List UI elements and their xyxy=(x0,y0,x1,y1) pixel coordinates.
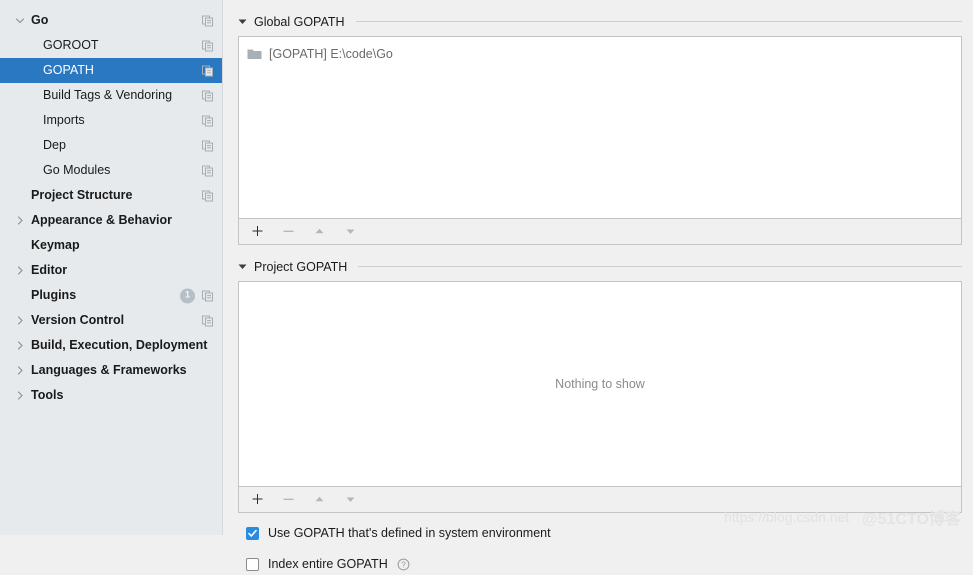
settings-category-tree[interactable]: Go GOROOT GOPATH Build Tags & Vendoring Impo… xyxy=(0,0,223,535)
empty-state-message: Nothing to show xyxy=(555,377,645,391)
sidebar-item-languages-frameworks[interactable]: Languages & Frameworks xyxy=(0,358,222,383)
sidebar-item-goroot[interactable]: GOROOT xyxy=(0,33,222,58)
folder-icon xyxy=(247,48,262,60)
sidebar-item-label: Plugins xyxy=(31,288,77,303)
sidebar-item-label: Version Control xyxy=(31,313,125,328)
settings-sync-copy-icon[interactable] xyxy=(201,64,214,77)
index-entire-gopath-label: Index entire GOPATH xyxy=(268,557,388,571)
sidebar-item-dep[interactable]: Dep xyxy=(0,133,222,158)
chevron-down-icon[interactable] xyxy=(14,15,25,26)
sidebar-item-indicators xyxy=(201,64,214,77)
use-system-gopath-checkbox[interactable] xyxy=(246,526,259,540)
sidebar-item-label: Tools xyxy=(31,388,64,403)
sidebar-item-version-control[interactable]: Version Control xyxy=(0,308,222,333)
settings-sync-copy-icon[interactable] xyxy=(201,39,214,52)
gopath-entry-text: [GOPATH] E:\code\Go xyxy=(269,46,393,61)
use-system-gopath-row[interactable]: Use GOPATH that's defined in system envi… xyxy=(238,522,962,544)
sidebar-item-build-tags-vendoring[interactable]: Build Tags & Vendoring xyxy=(0,83,222,108)
list-item[interactable]: [GOPATH] E:\code\Go xyxy=(239,43,961,64)
help-icon[interactable]: ? xyxy=(397,558,410,571)
chevron-right-icon[interactable] xyxy=(14,265,25,276)
move-up-button[interactable] xyxy=(309,222,329,242)
settings-sync-copy-icon[interactable] xyxy=(201,289,214,302)
project-gopath-title: Project GOPATH xyxy=(254,259,348,274)
project-gopath-toolbar[interactable] xyxy=(238,487,962,513)
sidebar-item-label: Keymap xyxy=(31,238,80,253)
remove-gopath-button[interactable] xyxy=(278,222,298,242)
sidebar-item-indicators xyxy=(201,14,214,27)
index-entire-gopath-row[interactable]: Index entire GOPATH ? xyxy=(238,553,962,575)
project-gopath-list[interactable]: Nothing to show xyxy=(238,281,962,487)
add-gopath-button[interactable] xyxy=(247,222,267,242)
project-gopath-section-header[interactable]: Project GOPATH xyxy=(238,256,962,277)
sidebar-item-build-execution-deployment[interactable]: Build, Execution, Deployment xyxy=(0,333,222,358)
global-gopath-section-header[interactable]: Global GOPATH xyxy=(238,11,962,32)
sidebar-item-indicators xyxy=(201,164,214,177)
svg-text:?: ? xyxy=(401,560,406,569)
settings-sync-copy-icon[interactable] xyxy=(201,164,214,177)
sidebar-item-label: Go Modules xyxy=(43,163,111,178)
remove-project-gopath-button[interactable] xyxy=(278,490,298,510)
sidebar-item-editor[interactable]: Editor xyxy=(0,258,222,283)
settings-sync-copy-icon[interactable] xyxy=(201,139,214,152)
move-down-button[interactable] xyxy=(340,490,360,510)
sidebar-item-label: Dep xyxy=(43,138,66,153)
sidebar-item-label: Build, Execution, Deployment xyxy=(31,338,208,353)
chevron-right-icon[interactable] xyxy=(14,365,25,376)
sidebar-item-label: Appearance & Behavior xyxy=(31,213,173,228)
global-gopath-toolbar[interactable] xyxy=(238,219,962,245)
sidebar-item-indicators: 1 xyxy=(180,288,214,303)
sidebar-item-project-structure[interactable]: Project Structure xyxy=(0,183,222,208)
chevron-right-icon[interactable] xyxy=(14,340,25,351)
sidebar-item-indicators xyxy=(201,39,214,52)
sidebar-item-label: Editor xyxy=(31,263,68,278)
sidebar-item-indicators xyxy=(201,189,214,202)
index-entire-gopath-checkbox[interactable] xyxy=(246,557,259,571)
settings-sync-copy-icon[interactable] xyxy=(201,114,214,127)
sidebar-item-tools[interactable]: Tools xyxy=(0,383,222,408)
chevron-right-icon[interactable] xyxy=(14,315,25,326)
sidebar-item-label: GOROOT xyxy=(43,38,99,53)
sidebar-item-label: Go xyxy=(31,13,49,28)
move-down-button[interactable] xyxy=(340,222,360,242)
sidebar-item-label: GOPATH xyxy=(43,63,94,78)
settings-dialog: Go GOROOT GOPATH Build Tags & Vendoring Impo… xyxy=(0,0,973,571)
sidebar-item-label: Languages & Frameworks xyxy=(31,363,187,378)
sidebar-item-imports[interactable]: Imports xyxy=(0,108,222,133)
section-divider xyxy=(355,21,962,22)
sidebar-item-go[interactable]: Go xyxy=(0,8,222,33)
move-up-button[interactable] xyxy=(309,490,329,510)
sidebar-item-label: Build Tags & Vendoring xyxy=(43,88,173,103)
sidebar-item-go-modules[interactable]: Go Modules xyxy=(0,158,222,183)
sidebar-item-indicators xyxy=(201,139,214,152)
settings-sync-copy-icon[interactable] xyxy=(201,189,214,202)
plugins-count-badge: 1 xyxy=(180,288,195,303)
global-gopath-title: Global GOPATH xyxy=(254,14,345,29)
sidebar-item-gopath[interactable]: GOPATH xyxy=(0,58,222,83)
chevron-right-icon[interactable] xyxy=(14,390,25,401)
add-project-gopath-button[interactable] xyxy=(247,490,267,510)
sidebar-item-indicators xyxy=(201,314,214,327)
chevron-right-icon[interactable] xyxy=(14,215,25,226)
sidebar-item-label: Project Structure xyxy=(31,188,133,203)
sidebar-item-indicators xyxy=(201,114,214,127)
settings-sync-copy-icon[interactable] xyxy=(201,314,214,327)
global-gopath-list[interactable]: [GOPATH] E:\code\Go xyxy=(238,36,962,219)
collapse-triangle-down-icon[interactable] xyxy=(238,17,247,26)
use-system-gopath-label: Use GOPATH that's defined in system envi… xyxy=(268,526,551,540)
section-divider xyxy=(358,266,962,267)
settings-sync-copy-icon[interactable] xyxy=(201,89,214,102)
gopath-settings-panel: Global GOPATH [GOPATH] E:\code\Go Projec… xyxy=(223,0,973,571)
collapse-triangle-down-icon[interactable] xyxy=(238,262,247,271)
settings-sync-copy-icon[interactable] xyxy=(201,14,214,27)
sidebar-item-appearance-behavior[interactable]: Appearance & Behavior xyxy=(0,208,222,233)
sidebar-item-plugins[interactable]: Plugins 1 xyxy=(0,283,222,308)
sidebar-item-label: Imports xyxy=(43,113,85,128)
sidebar-item-indicators xyxy=(201,89,214,102)
sidebar-item-keymap[interactable]: Keymap xyxy=(0,233,222,258)
